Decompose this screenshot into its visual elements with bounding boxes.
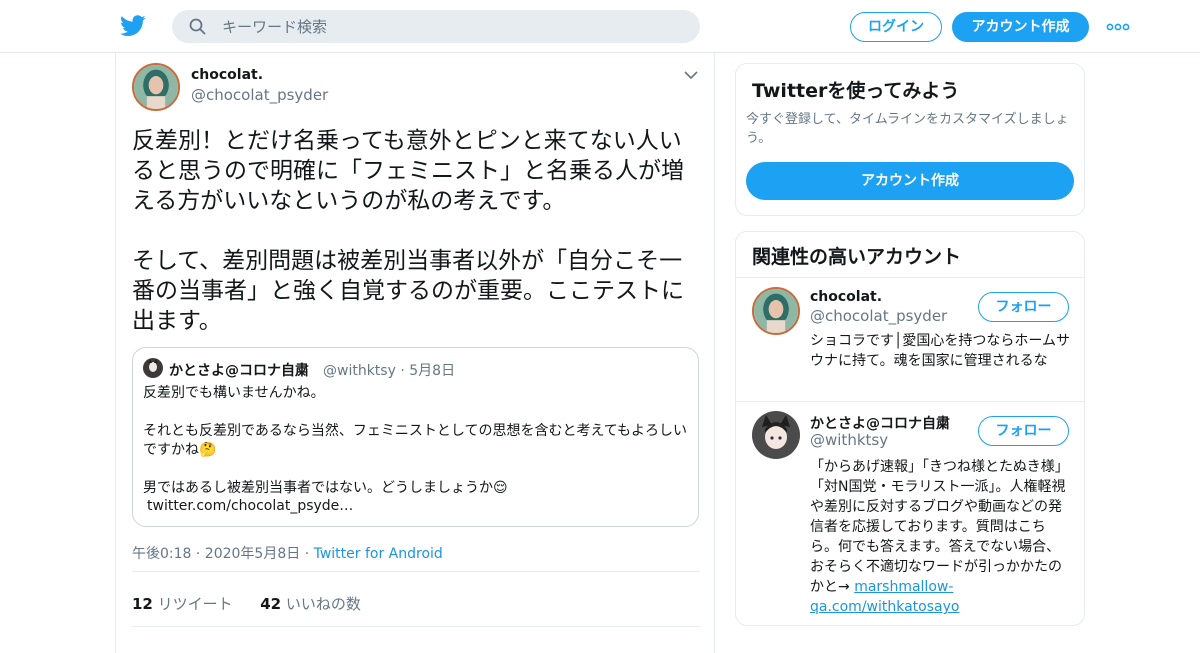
chevron-down-icon[interactable] xyxy=(683,67,699,83)
quoted-link[interactable]: twitter.com/chocolat_psyde… xyxy=(147,498,353,514)
author-avatar[interactable] xyxy=(132,63,180,111)
search-box[interactable] xyxy=(172,10,700,43)
signup-button[interactable]: アカウント作成 xyxy=(952,12,1089,42)
follow-button[interactable]: フォロー xyxy=(978,292,1069,322)
like-count[interactable]: 42 xyxy=(260,595,281,613)
separator-dot: · xyxy=(304,546,314,562)
divider xyxy=(736,277,1084,278)
account-avatar[interactable] xyxy=(752,411,800,459)
related-accounts-card: 関連性の高いアカウント chocolat. @chocolat_psyder フ… xyxy=(735,231,1085,626)
promo-signup-button[interactable]: アカウント作成 xyxy=(746,162,1074,200)
quoted-author-meta: @withktsy · 5月8日 xyxy=(323,360,455,380)
tweet-meta: 午後0:18 · 2020年5月8日 · Twitter for Android xyxy=(132,543,443,563)
quoted-tweet[interactable]: かとさよ@コロナ自粛 @withktsy · 5月8日 反差別でも構いませんかね… xyxy=(132,347,699,527)
account-handle[interactable]: @chocolat_psyder xyxy=(810,307,947,325)
author-name[interactable]: chocolat. xyxy=(191,67,263,83)
quoted-author-avatar xyxy=(143,358,163,378)
tweet-detail: chocolat. @chocolat_psyder 反差別！とだけ名乗っても意… xyxy=(115,53,715,653)
signup-promo-card: Twitterを使ってみよう 今すぐ登録して、タイムラインをカスタマイズしましょ… xyxy=(735,63,1085,216)
account-bio: ショコラです│愛国心を持つならホームサウナに持て。魂を国家に管理されるな xyxy=(810,333,1071,369)
tweet-stats: 12 リツイート 42 いいねの数 xyxy=(132,593,361,614)
promo-text: 今すぐ登録して、タイムラインをカスタマイズしましょう。 xyxy=(746,112,1069,146)
related-title: 関連性の高いアカウント xyxy=(752,246,962,268)
follow-button[interactable]: フォロー xyxy=(978,416,1069,446)
retweet-count[interactable]: 12 xyxy=(132,595,153,613)
quoted-text: 反差別でも構いませんかね。 それとも反差別であるなら当然、フェミニストとしての思… xyxy=(143,385,688,496)
tweet-source-link[interactable]: Twitter for Android xyxy=(314,546,443,562)
tweet-timestamp[interactable]: 午後0:18 · 2020年5月8日 xyxy=(132,546,300,562)
author-handle[interactable]: @chocolat_psyder xyxy=(191,86,328,104)
account-name[interactable]: かとさよ@コロナ自粛 xyxy=(810,413,950,433)
retweet-label[interactable]: リツイート xyxy=(158,595,233,613)
more-options-icon[interactable] xyxy=(1106,17,1130,37)
top-nav: ログイン アカウント作成 xyxy=(0,0,1200,53)
search-input[interactable] xyxy=(222,10,682,43)
divider xyxy=(132,626,700,627)
quoted-author-handle: @withktsy xyxy=(323,363,396,379)
account-avatar[interactable] xyxy=(752,287,800,335)
account-bio-text: 「からあげ速報」「きつね様とたぬき様」「対N国党・モラリスト一派」。人権軽視や差… xyxy=(810,459,1069,595)
quoted-date: 5月8日 xyxy=(409,363,456,379)
separator-dot: · xyxy=(400,363,405,379)
account-bio: 「からあげ速報」「きつね様とたぬき様」「対N国党・モラリスト一派」。人権軽視や差… xyxy=(810,457,1072,617)
like-label[interactable]: いいねの数 xyxy=(286,595,361,613)
quoted-author-name: かとさよ@コロナ自粛 xyxy=(169,363,309,379)
tweet-text: 反差別！とだけ名乗っても意外とピンと来てない人いると思うので明確に「フェミニスト… xyxy=(132,128,684,334)
promo-title: Twitterを使ってみよう xyxy=(752,80,960,102)
account-handle[interactable]: @withktsy xyxy=(810,431,888,449)
twitter-bird-icon[interactable] xyxy=(120,14,146,38)
divider xyxy=(736,401,1084,402)
login-button[interactable]: ログイン xyxy=(850,12,942,42)
account-name[interactable]: chocolat. xyxy=(810,289,882,305)
divider xyxy=(132,571,700,572)
search-icon xyxy=(189,18,206,35)
